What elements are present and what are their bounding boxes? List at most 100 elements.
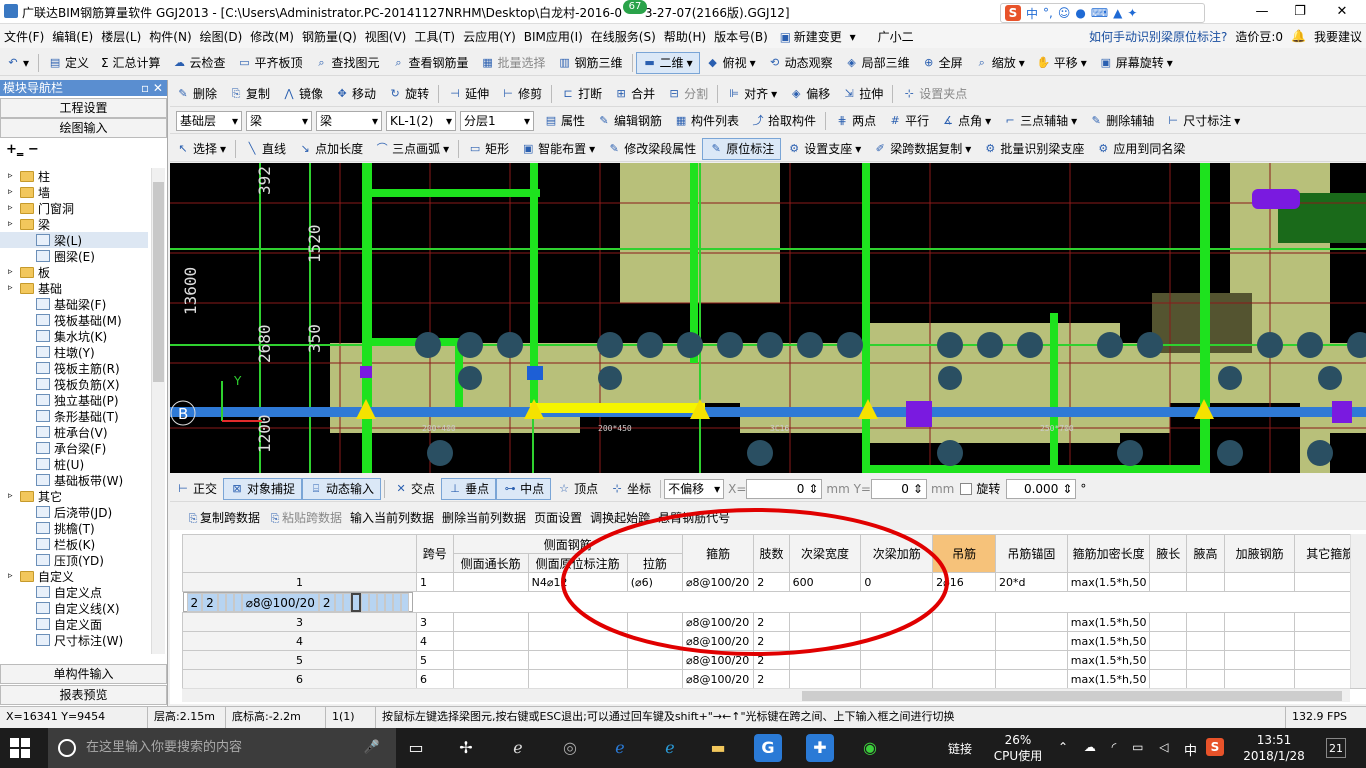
- point-angle-button[interactable]: ∡ 点角 ▾: [935, 110, 997, 132]
- stretch-button[interactable]: ⇲ 拉伸: [836, 83, 889, 105]
- bell-icon[interactable]: 🔔: [1287, 29, 1310, 43]
- table-cell[interactable]: [452, 650, 529, 670]
- table-cell[interactable]: [452, 669, 529, 689]
- menu-rebar[interactable]: 钢筋量(Q): [298, 28, 361, 45]
- arc-button[interactable]: ⌒ 三点画弧 ▾: [369, 138, 455, 160]
- table-cell[interactable]: [1149, 631, 1188, 651]
- tree-item[interactable]: 筏板基础(M): [0, 312, 148, 328]
- view-2d-button[interactable]: ▬ 二维 ▾: [635, 51, 700, 74]
- view-rebar-button[interactable]: ⌕ 查看钢筋量: [386, 52, 475, 74]
- select-button[interactable]: ↖ 选择 ▾: [170, 138, 232, 160]
- table-cell[interactable]: [342, 593, 351, 612]
- skin-icon[interactable]: ▲: [1113, 6, 1122, 20]
- table-cell[interactable]: [1149, 572, 1188, 592]
- windows-start-icon[interactable]: [10, 738, 30, 758]
- tree-item[interactable]: 后浇带(JD): [0, 504, 148, 520]
- table-cell[interactable]: [384, 593, 393, 612]
- glodon-ggj-icon[interactable]: ✚: [806, 734, 834, 762]
- component-list-button[interactable]: ▦ 构件列表: [668, 110, 745, 132]
- trim-button[interactable]: ⊢ 修剪: [495, 83, 548, 105]
- table-cell[interactable]: [392, 593, 401, 612]
- table-cell[interactable]: [368, 593, 377, 612]
- table-cell[interactable]: [1223, 612, 1296, 632]
- table-cell[interactable]: max(1.5*h,50: [1066, 669, 1151, 689]
- tree-item[interactable]: 自定义点: [0, 584, 148, 600]
- pan-button[interactable]: ✋ 平移 ▾: [1031, 52, 1093, 74]
- table-row[interactable]: 6 6 ⌀8@100/20 2 max(1.5*h,50: [182, 669, 1366, 689]
- table-cell[interactable]: [1223, 572, 1296, 592]
- rotate-button[interactable]: ↻ 旋转: [382, 83, 435, 105]
- inplace-annotation-button[interactable]: ✎ 原位标注: [702, 137, 782, 160]
- table-cell[interactable]: 4: [416, 631, 454, 651]
- type-select[interactable]: 梁 ▾: [246, 110, 312, 131]
- intersection-snap[interactable]: ✕ 交点: [388, 478, 441, 500]
- offset-button[interactable]: ◈ 偏移: [783, 83, 836, 105]
- tree-item[interactable]: 承台梁(F): [0, 440, 148, 456]
- floor-select[interactable]: 基础层 ▾: [176, 110, 242, 131]
- tree-item[interactable]: 基础板带(W): [0, 472, 148, 488]
- table-cell[interactable]: [400, 593, 409, 612]
- properties-button[interactable]: ▤ 属性: [538, 110, 591, 132]
- menu-cloud[interactable]: 云应用(Y): [459, 28, 520, 45]
- table-cell[interactable]: [350, 593, 361, 612]
- tree-item[interactable]: 挑檐(T): [0, 520, 148, 536]
- parallel-button[interactable]: # 平行: [882, 110, 935, 132]
- emoji-icon[interactable]: ☺: [1058, 6, 1071, 20]
- batch-select-button[interactable]: ▦ 批量选择: [475, 52, 552, 74]
- table-cell[interactable]: [225, 593, 234, 612]
- close-button[interactable]: ✕: [1322, 2, 1362, 22]
- taskbar-search[interactable]: 在这里输入你要搜索的内容 🎤: [48, 728, 396, 768]
- rotate-input[interactable]: 0.000 ⇕: [1006, 478, 1077, 499]
- ime-punct[interactable]: °,: [1043, 6, 1053, 20]
- tree-item[interactable]: 桩承台(V): [0, 424, 148, 440]
- dimension-button[interactable]: ⊢ 尺寸标注 ▾: [1160, 110, 1246, 132]
- tree-item[interactable]: 栏板(K): [0, 536, 148, 552]
- help-link[interactable]: 如何手动识别梁原位标注?: [1085, 28, 1231, 45]
- line-button[interactable]: ╲ 直线: [239, 138, 292, 160]
- table-cell[interactable]: ⌀8@100/20: [241, 593, 319, 612]
- delete-button[interactable]: ✎ 删除: [170, 83, 223, 105]
- find-button[interactable]: ⌕ 查找图元: [308, 52, 385, 74]
- tree-item[interactable]: ▹ 梁: [0, 216, 148, 232]
- sublayer-select[interactable]: 分层1 ▾: [460, 110, 534, 131]
- tree-item[interactable]: ▹ 板: [0, 264, 148, 280]
- table-cell[interactable]: [1186, 631, 1225, 651]
- component-name-select[interactable]: KL-1(2) ▾: [386, 110, 456, 131]
- single-component-button[interactable]: 单构件输入: [0, 664, 167, 684]
- pin-close-icon[interactable]: ▫ ✕: [141, 80, 167, 96]
- zoom-button[interactable]: ⌕ 缩放 ▾: [969, 52, 1031, 74]
- table-cell[interactable]: [334, 593, 343, 612]
- menu-version[interactable]: 版本号(B): [710, 28, 772, 45]
- rotate-checkbox[interactable]: [960, 482, 973, 495]
- ie-icon[interactable]: ℯ: [504, 734, 532, 762]
- ortho-button[interactable]: ⊢ 正交: [170, 478, 223, 500]
- menu-modify[interactable]: 修改(M): [246, 28, 298, 45]
- split-button[interactable]: ⊟ 分割: [661, 83, 714, 105]
- delete-column-button[interactable]: 删除当前列数据: [438, 509, 530, 526]
- table-cell[interactable]: [1223, 650, 1296, 670]
- tree-item[interactable]: 集水坑(K): [0, 328, 148, 344]
- table-cell[interactable]: [1186, 572, 1225, 592]
- subtype-select[interactable]: 梁 ▾: [316, 110, 382, 131]
- task-view-icon[interactable]: ▭: [402, 734, 430, 762]
- y-input[interactable]: 0 ⇕: [870, 478, 927, 499]
- spiral-app-icon[interactable]: ◎: [556, 734, 584, 762]
- table-cell[interactable]: [360, 593, 369, 612]
- table-cell[interactable]: [527, 669, 628, 689]
- rebar-3d-button[interactable]: ▥ 钢筋三维: [552, 52, 629, 74]
- local-3d-button[interactable]: ◈ 局部三维: [839, 52, 916, 74]
- point-length-button[interactable]: ↘ 点加长度: [292, 138, 369, 160]
- rectangle-button[interactable]: ▭ 矩形: [462, 138, 515, 160]
- menu-draw[interactable]: 绘图(D): [196, 28, 247, 45]
- tree-item[interactable]: ▹ 基础: [0, 280, 148, 296]
- pick-component-button[interactable]: ⤴ 拾取构件: [745, 110, 822, 132]
- table-cell[interactable]: max(1.5*h,50: [1066, 572, 1151, 592]
- table-cell[interactable]: 20*d: [994, 572, 1068, 592]
- clock[interactable]: 13:51 2018/1/28: [1236, 732, 1312, 764]
- orbit-button[interactable]: ⟲ 动态观察: [762, 52, 839, 74]
- mic-icon[interactable]: ●: [1075, 6, 1085, 20]
- sogou-icon[interactable]: S: [1005, 5, 1021, 21]
- maximize-button[interactable]: ❐: [1280, 2, 1320, 22]
- table-cell[interactable]: [1149, 669, 1188, 689]
- keyboard-icon[interactable]: ⌨: [1091, 6, 1108, 20]
